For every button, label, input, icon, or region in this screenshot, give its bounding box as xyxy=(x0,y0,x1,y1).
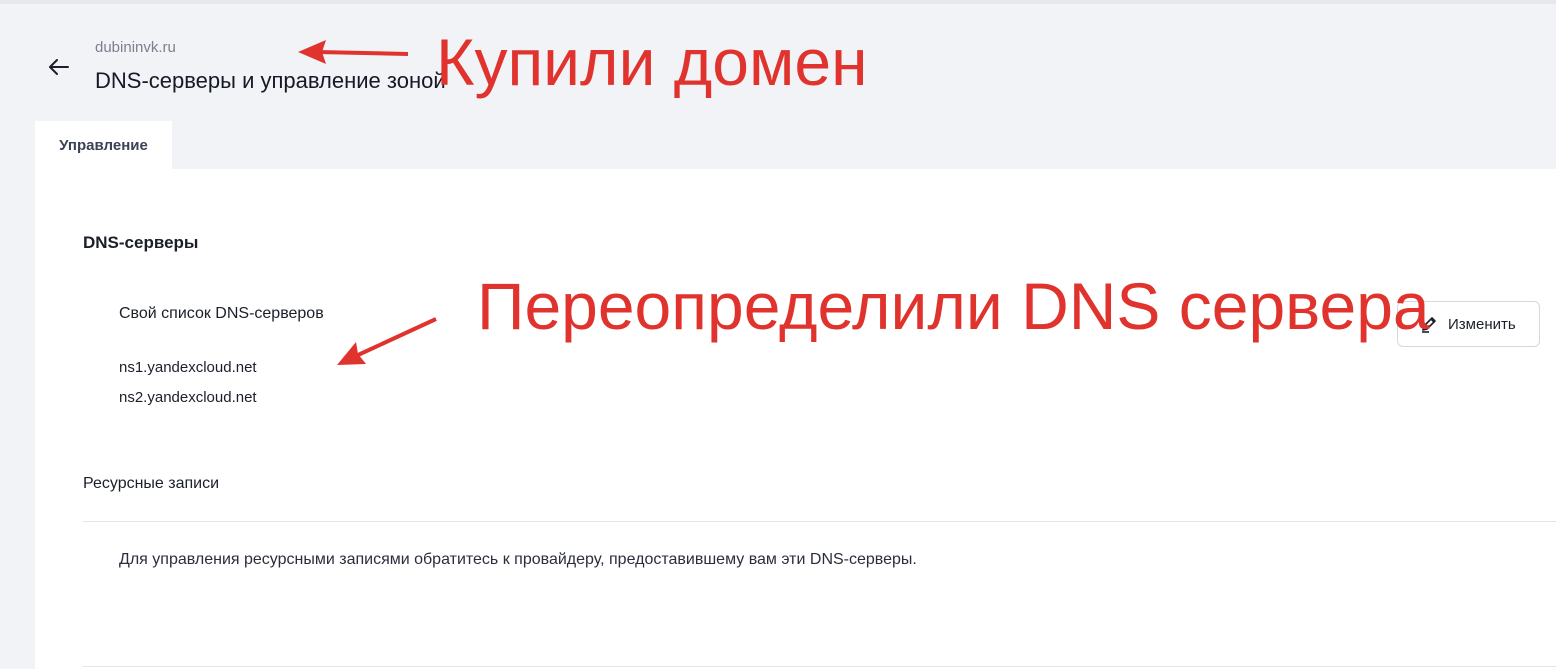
divider xyxy=(83,521,1556,522)
edit-button-label: Изменить xyxy=(1448,315,1516,333)
top-shadow-line xyxy=(0,0,1556,4)
main-panel: DNS-серверы Свой список DNS-серверов ns1… xyxy=(35,169,1556,669)
tab-management[interactable]: Управление xyxy=(35,121,172,169)
annotation-domain-note: Купили домен xyxy=(436,25,868,99)
dns-section-title: DNS-серверы xyxy=(83,233,199,252)
dns-server-item: ns1.yandexcloud.net xyxy=(119,359,257,376)
annotation-dns-note: Переопределили DNS сервера xyxy=(477,269,1430,343)
annotation-arrow-domain xyxy=(298,40,409,64)
resource-records-info: Для управления ресурсными записями обрат… xyxy=(119,551,917,568)
divider xyxy=(83,666,1556,667)
domain-name: dubininvk.ru xyxy=(95,39,176,56)
resource-records-title: Ресурсные записи xyxy=(83,475,220,492)
dns-server-item: ns2.yandexcloud.net xyxy=(119,389,257,406)
arrow-left-icon xyxy=(49,59,69,75)
back-button[interactable] xyxy=(44,52,74,82)
custom-dns-list-title: Свой список DNS-серверов xyxy=(119,305,324,322)
page-title: DNS-серверы и управление зоной xyxy=(95,68,446,93)
